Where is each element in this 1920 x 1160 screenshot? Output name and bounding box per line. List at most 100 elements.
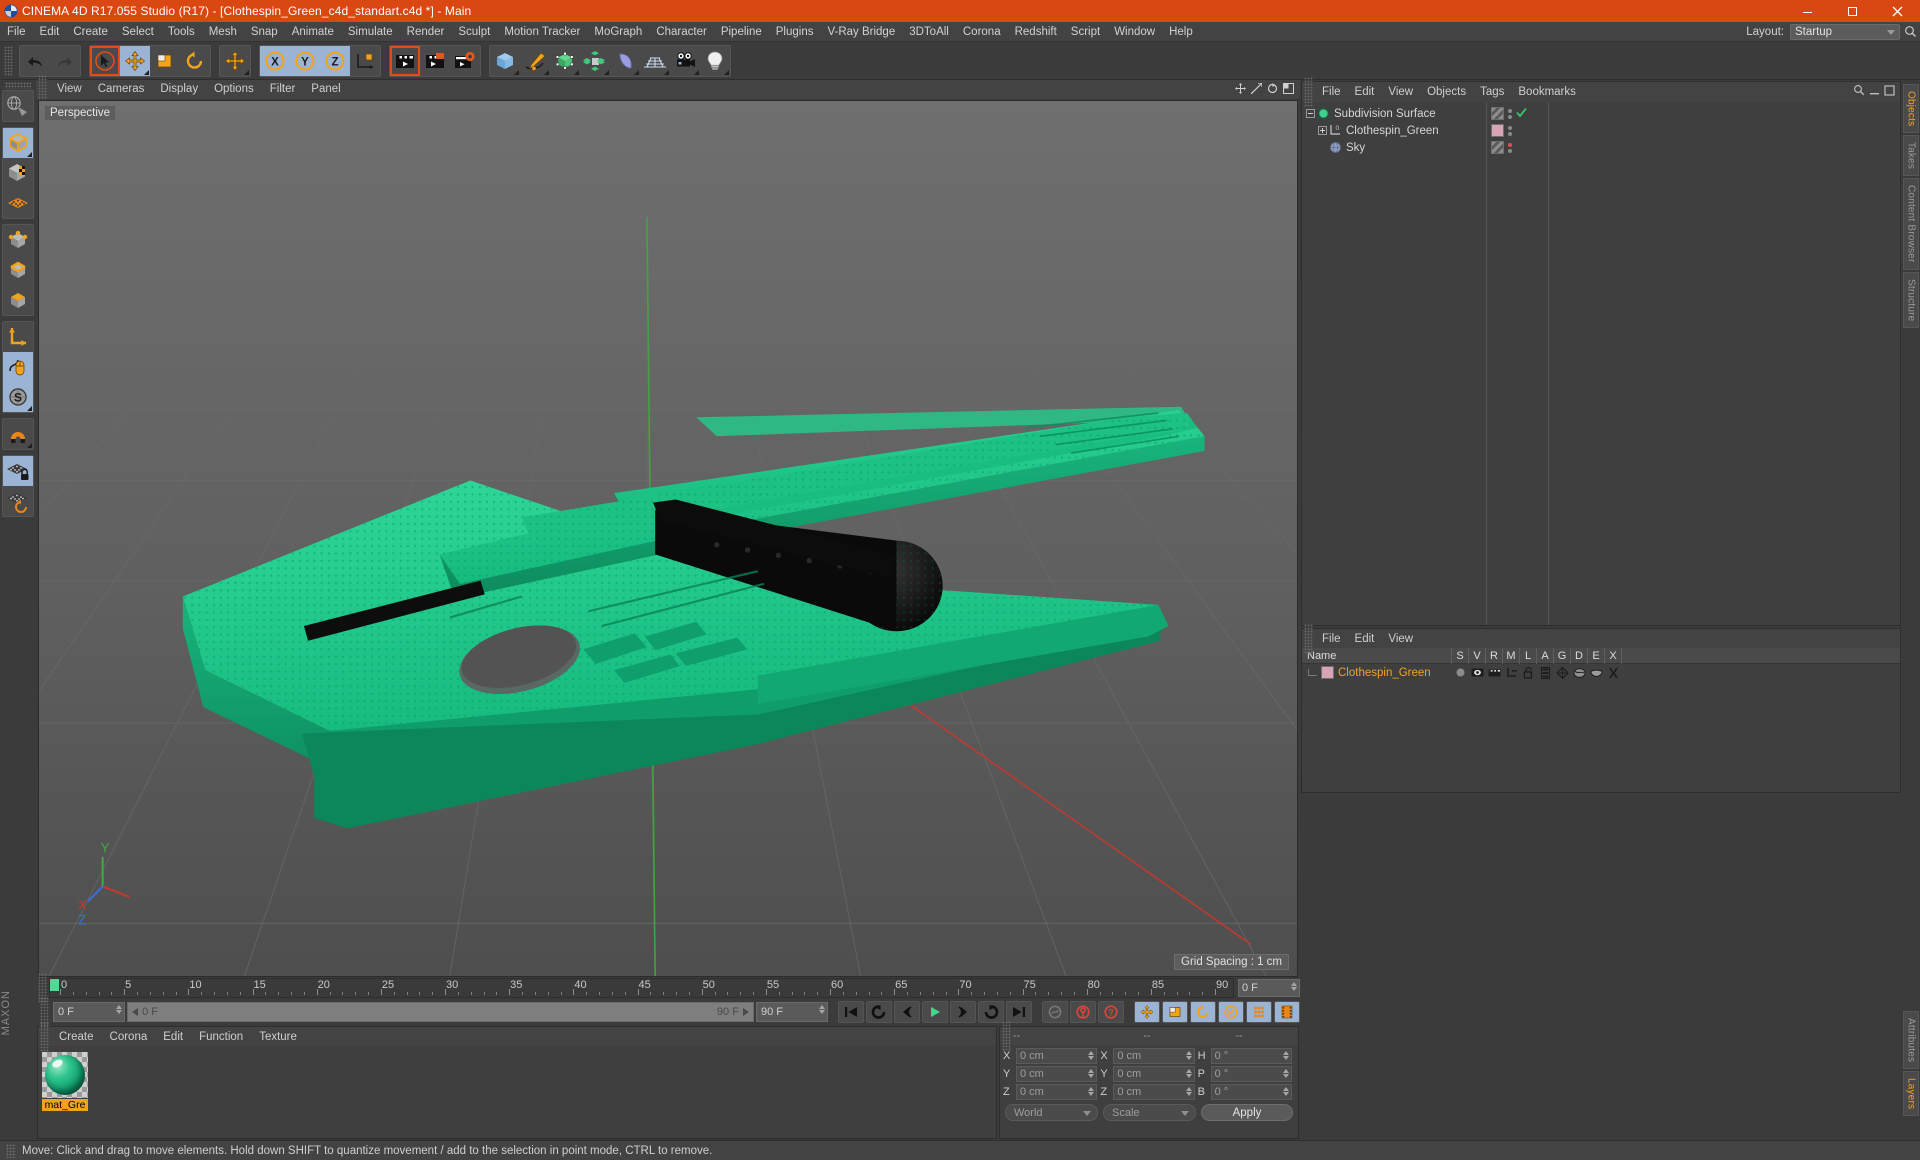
polygons-mode-button[interactable] — [3, 285, 33, 315]
coord-pos-z-input[interactable]: 0 cm — [1016, 1084, 1098, 1100]
lock-z-axis-button[interactable]: Z — [320, 45, 350, 76]
menu-help[interactable]: Help — [1162, 22, 1200, 42]
object-tags-column[interactable] — [1487, 102, 1549, 625]
go-to-start-button[interactable] — [838, 1001, 864, 1023]
coord-rot-p-input[interactable]: 0 ° — [1210, 1066, 1292, 1082]
rotate-tool-button[interactable] — [180, 46, 210, 76]
object-tags-row[interactable] — [1487, 139, 1548, 156]
menu-file[interactable]: File — [0, 22, 33, 42]
tab-layers[interactable]: Layers — [1903, 1070, 1919, 1116]
end-frame-field[interactable]: 90 F — [756, 1002, 828, 1022]
maximize-view-icon[interactable] — [1283, 81, 1294, 99]
move-view-icon[interactable] — [1235, 81, 1246, 99]
deform-icon[interactable] — [1554, 666, 1571, 679]
material-menu-create[interactable]: Create — [51, 1031, 102, 1043]
object-tree[interactable]: Subdivision Surface 0 Clothespin_Green S… — [1302, 102, 1487, 625]
toolbar-grip[interactable] — [4, 45, 13, 76]
viewport-menu-display[interactable]: Display — [152, 80, 206, 99]
smooth-icon[interactable] — [1571, 667, 1588, 679]
menu-sculpt[interactable]: Sculpt — [451, 22, 497, 42]
add-cube-button[interactable] — [490, 46, 520, 76]
material-manager-grip[interactable] — [40, 1021, 49, 1052]
coord-size-x-input[interactable]: 0 cm — [1113, 1048, 1195, 1064]
object-menu-bookmarks[interactable]: Bookmarks — [1511, 86, 1583, 98]
spinner-icon[interactable] — [116, 1005, 122, 1014]
play-button[interactable] — [922, 1001, 948, 1023]
menu-snap[interactable]: Snap — [244, 22, 285, 42]
object-menu-tags[interactable]: Tags — [1473, 86, 1511, 98]
spinner-icon[interactable] — [1185, 1051, 1192, 1060]
dot-icon[interactable] — [1452, 667, 1469, 678]
lock-workplane-button[interactable] — [3, 456, 33, 486]
undo-button[interactable] — [20, 46, 50, 76]
go-to-end-button[interactable] — [1006, 1001, 1032, 1023]
layout-select[interactable]: Startup — [1790, 23, 1900, 40]
material-menu-edit[interactable]: Edit — [155, 1031, 191, 1043]
menu-character[interactable]: Character — [649, 22, 714, 42]
search-icon[interactable] — [1900, 25, 1920, 38]
world-object-coord-button[interactable] — [350, 46, 380, 76]
coordinates-grip[interactable] — [1002, 1021, 1011, 1051]
material-item[interactable]: mat_Gre — [42, 1052, 88, 1111]
point-level-animation-button[interactable] — [1246, 1001, 1272, 1023]
coordinate-system-select[interactable]: World — [1005, 1104, 1098, 1121]
render-view-button[interactable] — [390, 46, 420, 76]
viewport-menu-panel[interactable]: Panel — [303, 80, 348, 99]
timeline-current-marker[interactable] — [50, 979, 59, 991]
polygon-mesh-mode-button[interactable] — [3, 188, 33, 218]
viewport-menu-view[interactable]: View — [49, 80, 90, 99]
object-tags-row[interactable] — [1487, 122, 1548, 139]
perspective-viewport[interactable]: Y X Z Perspective Grid Spacing : 1 cm — [38, 100, 1298, 977]
layer-icon[interactable] — [1537, 666, 1554, 679]
autokeying-button[interactable] — [1070, 1001, 1096, 1023]
spinner-icon[interactable] — [1185, 1069, 1192, 1078]
object-menu-file[interactable]: File — [1315, 86, 1348, 98]
collapse-expander-icon[interactable] — [1306, 109, 1315, 118]
rotation-key-button[interactable] — [1190, 1001, 1216, 1023]
position-key-button[interactable] — [1134, 1001, 1160, 1023]
material-manager-body[interactable]: mat_Gre — [38, 1046, 996, 1138]
tab-takes[interactable]: Takes — [1903, 135, 1919, 177]
move-tool-button[interactable] — [120, 45, 150, 76]
start-frame-field[interactable]: 0 F — [53, 1002, 125, 1022]
material-menu-function[interactable]: Function — [191, 1031, 251, 1043]
coord-rot-h-input[interactable]: 0 ° — [1210, 1048, 1292, 1064]
viewport-menu-filter[interactable]: Filter — [262, 80, 304, 99]
timeline-ruler[interactable]: 0 5 10 15 20 25 30 35 40 45 50 55 60 65 70 75 80 85 90 — [49, 978, 1234, 998]
magnet-button[interactable] — [3, 419, 33, 449]
move-axis-button[interactable] — [220, 46, 250, 76]
menu-pipeline[interactable]: Pipeline — [714, 22, 769, 42]
coord-size-z-input[interactable]: 0 cm — [1113, 1084, 1195, 1100]
spinner-icon[interactable] — [1088, 1069, 1095, 1078]
coord-pos-x-input[interactable]: 0 cm — [1016, 1048, 1098, 1064]
attribute-row[interactable]: Clothespin_Green — [1302, 664, 1900, 681]
material-tag-icon[interactable] — [1491, 124, 1504, 137]
enable-snap-button[interactable] — [3, 352, 33, 382]
object-row-subdivision-surface[interactable]: Subdivision Surface — [1302, 105, 1486, 122]
spinner-icon[interactable] — [1088, 1087, 1095, 1096]
keyframe-selection-button[interactable]: ? — [1098, 1001, 1124, 1023]
add-deformer-button[interactable] — [610, 46, 640, 76]
object-menu-objects[interactable]: Objects — [1420, 86, 1473, 98]
tab-content-browser[interactable]: Content Browser — [1903, 178, 1919, 270]
attribute-menu-view[interactable]: View — [1381, 633, 1420, 645]
add-mograph-button[interactable] — [580, 46, 610, 76]
lock-x-axis-button[interactable]: X — [260, 45, 290, 76]
tag-placeholder-icon[interactable] — [1491, 107, 1504, 120]
left-toolbar-grip[interactable] — [5, 82, 31, 89]
status-bar-grip[interactable] — [6, 1143, 16, 1158]
rotate-view-icon[interactable] — [1267, 81, 1278, 99]
add-spline-button[interactable] — [520, 46, 550, 76]
go-to-next-key-button[interactable] — [978, 1001, 1004, 1023]
tag-placeholder-icon[interactable] — [1491, 141, 1504, 154]
timeline-toggle-button[interactable] — [1274, 1001, 1300, 1023]
spinner-icon[interactable] — [1185, 1087, 1192, 1096]
spinner-icon[interactable] — [1282, 1051, 1289, 1060]
step-back-button[interactable] — [894, 1001, 920, 1023]
menu-vray-bridge[interactable]: V-Ray Bridge — [820, 22, 902, 42]
object-row-clothespin-green[interactable]: 0 Clothespin_Green — [1302, 122, 1486, 139]
scale-tool-button[interactable] — [150, 46, 180, 76]
menu-edit[interactable]: Edit — [33, 22, 67, 42]
menu-script[interactable]: Script — [1064, 22, 1107, 42]
coord-size-y-input[interactable]: 0 cm — [1113, 1066, 1195, 1082]
